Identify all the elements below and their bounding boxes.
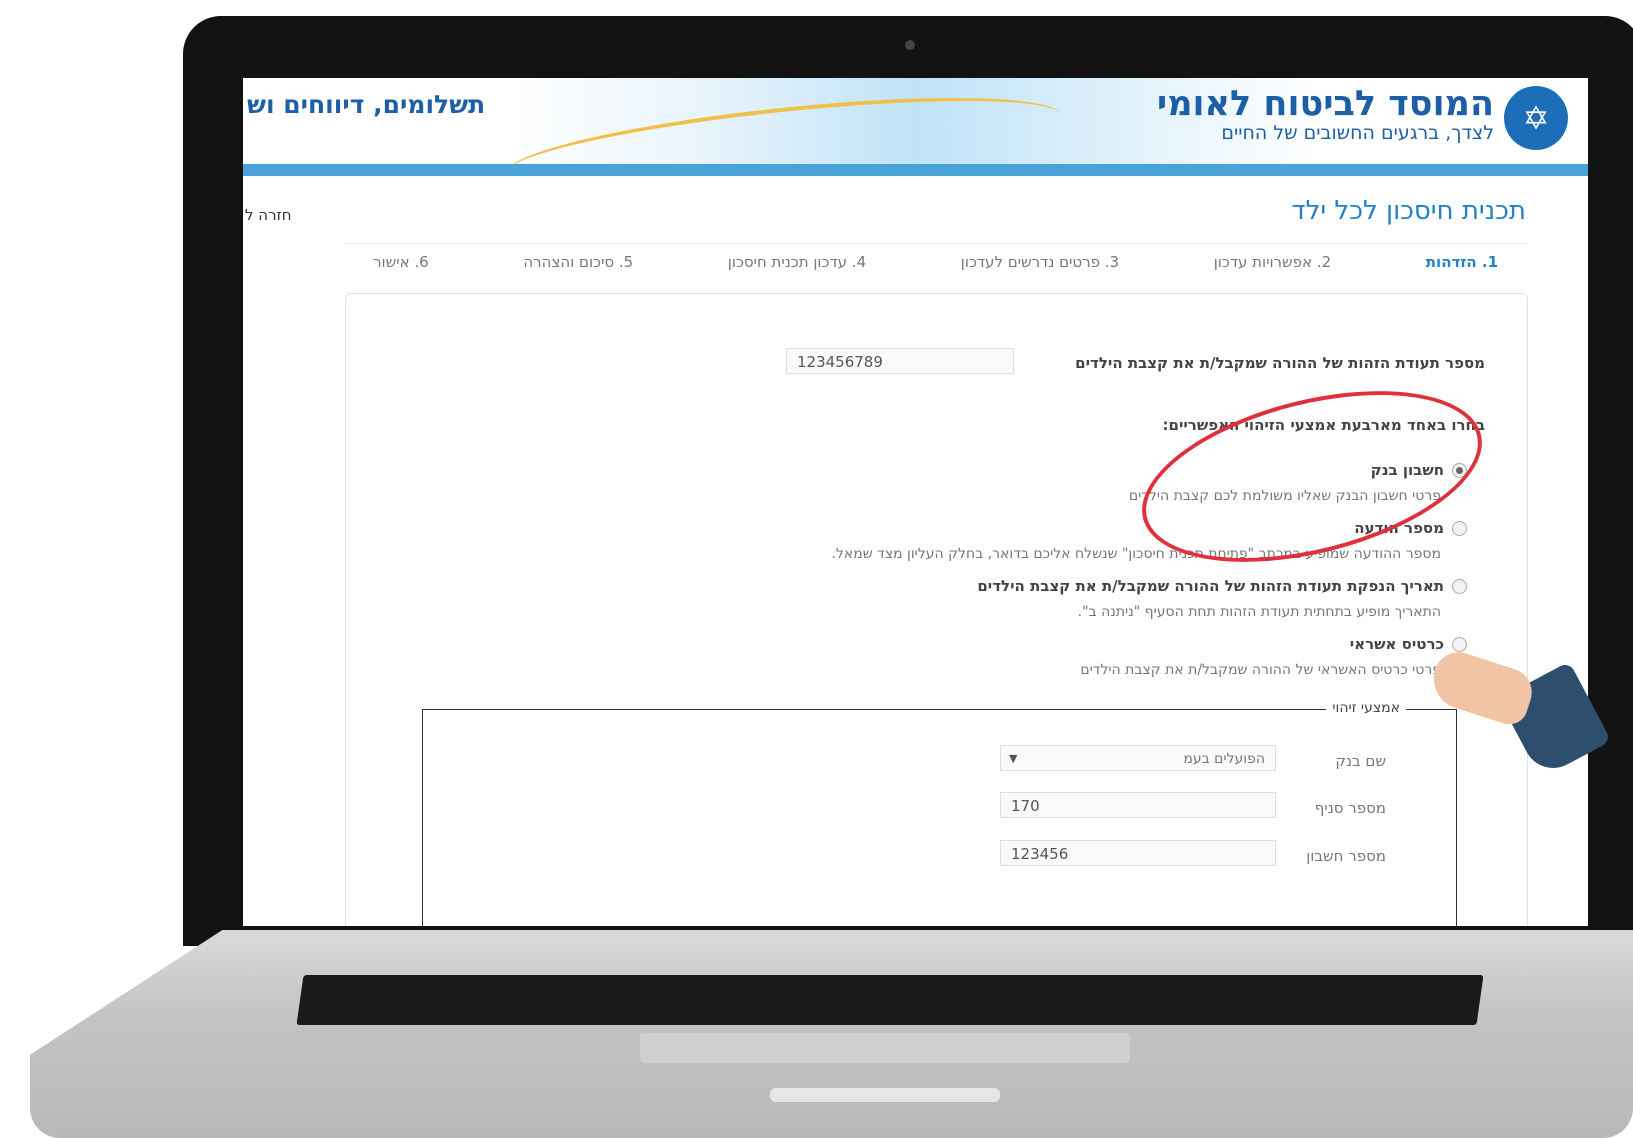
account-input[interactable]: 123456 xyxy=(1000,840,1276,866)
institution-slogan: לצדך, ברגעים החשובים של החיים xyxy=(1221,122,1494,144)
step-update-options[interactable]: 2. אפשרויות עדכון xyxy=(1214,253,1331,271)
branch-label: מספר סניף xyxy=(1314,799,1386,817)
option-id-date-label: תאריך הנפקת תעודת הזהות של ההורה שמקבל/ת… xyxy=(977,577,1444,595)
id-input[interactable]: 123456789 xyxy=(786,348,1014,374)
option-credit-hint: פרטי כרטיס האשראי של ההורה שמקבל/ת את קצ… xyxy=(1080,662,1441,678)
step-confirmation[interactable]: 6. אישור xyxy=(373,253,429,271)
back-link[interactable]: חזרה ל xyxy=(245,206,292,224)
identification-fieldset: אמצעי זיהוי שם בנק הפועלים בעמ ▼ מספר סנ… xyxy=(422,700,1457,926)
section-title[interactable]: תשלומים, דיווחים וש xyxy=(247,90,485,119)
branch-input[interactable]: 170 xyxy=(1000,792,1276,818)
form-panel: מספר תעודת הזהות של ההורה שמקבל/ת את קצב… xyxy=(345,293,1528,926)
option-notice-hint: מספר ההודעה שמופיע במכתב "פתיחת תכנית חי… xyxy=(831,546,1441,562)
trackpad xyxy=(640,1033,1130,1063)
keyboard xyxy=(296,975,1484,1025)
option-credit-label: כרטיס אשראי xyxy=(1349,635,1444,653)
fieldset-legend: אמצעי זיהוי xyxy=(1326,700,1406,716)
hinge xyxy=(770,1088,1000,1102)
wizard-steps: 1. הזדהות 2. אפשרויות עדכון 3. פרטים נדר… xyxy=(343,243,1528,279)
step-required-details[interactable]: 3. פרטים נדרשים לעדכון xyxy=(961,253,1119,271)
header-banner: ✡ המוסד לביטוח לאומי לצדך, ברגעים החשובי… xyxy=(243,78,1588,212)
step-identification[interactable]: 1. הזדהות xyxy=(1426,253,1498,271)
id-label: מספר תעודת הזהות של ההורה שמקבל/ת את קצב… xyxy=(1075,354,1485,372)
option-id-issue-date[interactable]: תאריך הנפקת תעודת הזהות של ההורה שמקבל/ת… xyxy=(977,576,1467,595)
bank-name-label: שם בנק xyxy=(1335,752,1386,770)
step-update-plan[interactable]: 4. עדכון תכנית חיסכון xyxy=(728,253,866,271)
institution-name: המוסד לביטוח לאומי xyxy=(1156,84,1494,124)
page-title: תכנית חיסכון לכל ילד xyxy=(1291,196,1526,226)
bank-name-value: הפועלים בעמ xyxy=(1183,751,1265,767)
bank-name-select[interactable]: הפועלים בעמ ▼ xyxy=(1000,745,1276,771)
step-summary[interactable]: 5. סיכום והצהרה xyxy=(523,253,633,271)
chevron-down-icon: ▼ xyxy=(1009,752,1018,765)
camera-icon xyxy=(905,40,915,50)
radio-credit-card[interactable] xyxy=(1452,637,1467,652)
banner-swoosh xyxy=(500,78,1066,212)
institution-logo-icon[interactable]: ✡ xyxy=(1504,86,1568,150)
radio-id-issue-date[interactable] xyxy=(1452,579,1467,594)
header-bar xyxy=(243,164,1588,176)
option-credit-card[interactable]: כרטיס אשראי xyxy=(1350,634,1467,653)
radio-notice-number[interactable] xyxy=(1452,521,1467,536)
account-label: מספר חשבון xyxy=(1306,847,1386,865)
option-id-date-hint: התאריך מופיע בתחתית תעודת הזהות תחת הסעי… xyxy=(1077,604,1441,620)
